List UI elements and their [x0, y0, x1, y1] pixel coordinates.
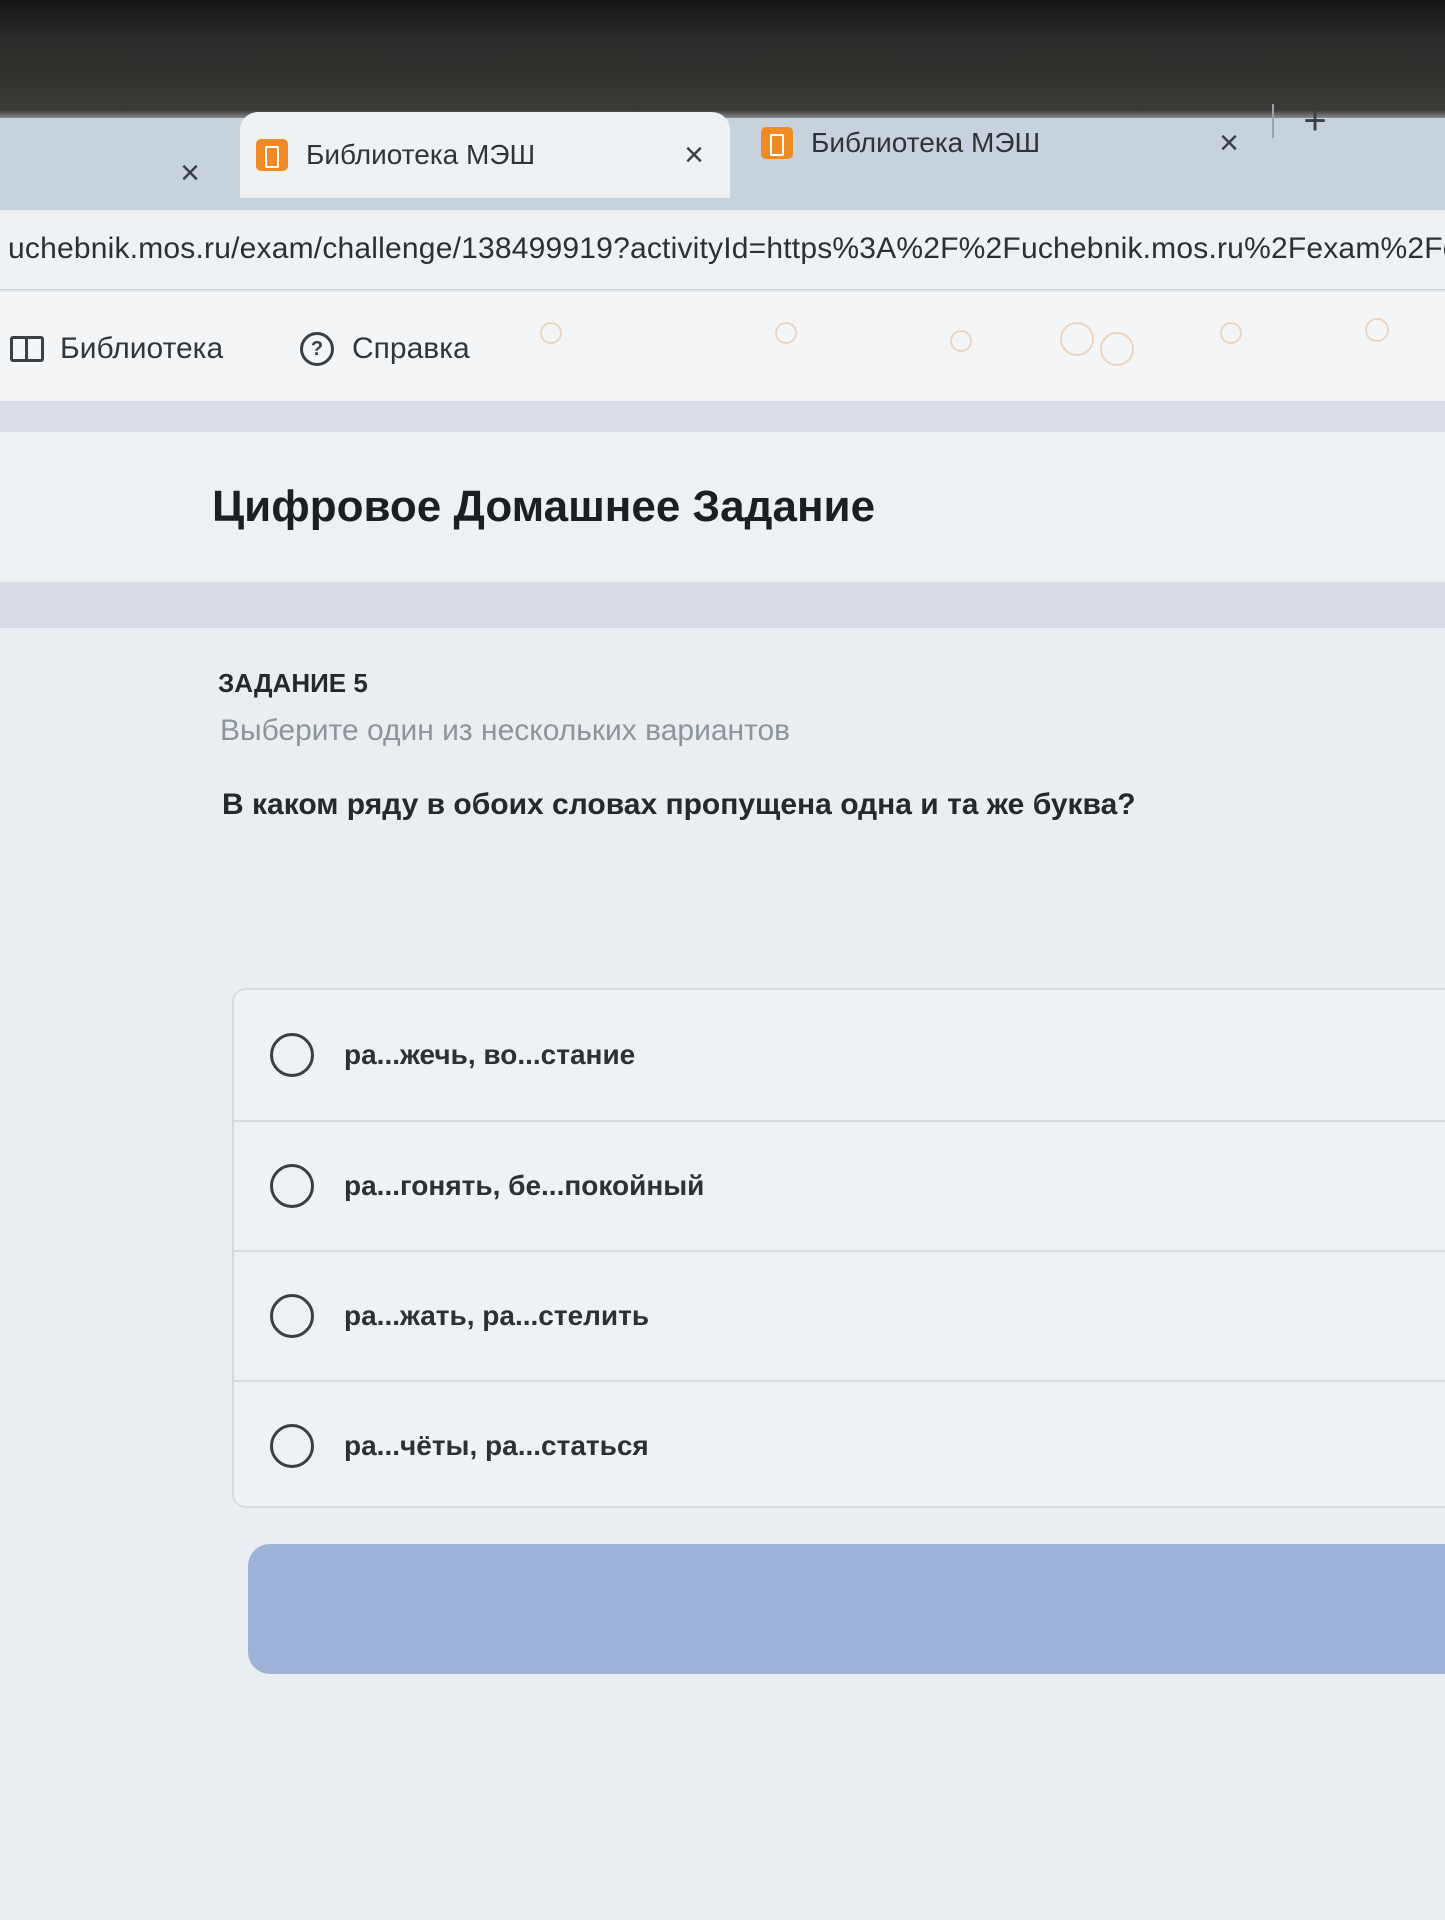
nav-library-label: Библиотека	[60, 332, 224, 365]
tab-library-active[interactable]: Библиотека МЭШ ×	[240, 112, 730, 198]
radio-button[interactable]	[270, 1294, 314, 1338]
library-favicon-icon	[761, 127, 793, 159]
help-icon: ?	[300, 332, 334, 366]
option-label: ра...жечь, во...стание	[344, 1039, 636, 1070]
close-icon[interactable]: ×	[1209, 123, 1249, 163]
address-bar[interactable]: uchebnik.mos.ru/exam/challenge/138499919…	[0, 210, 1445, 290]
url-text[interactable]: uchebnik.mos.ru/exam/challenge/138499919…	[8, 232, 1445, 266]
nav-help-link[interactable]: ? Справка	[300, 332, 470, 366]
header-divider-band	[0, 402, 1445, 432]
nav-help-label: Справка	[352, 332, 470, 365]
option-label: ра...чёты, ра...статься	[344, 1430, 649, 1461]
page-title: Цифровое Домашнее Задание	[212, 482, 876, 531]
decor-circle	[1060, 322, 1094, 356]
tab-title: Библиотека МЭШ	[306, 139, 536, 170]
radio-button[interactable]	[270, 1424, 314, 1468]
nav-library-link[interactable]: Библиотека	[10, 332, 223, 366]
new-tab-button[interactable]: +	[1290, 96, 1340, 146]
decor-circle	[1100, 332, 1134, 366]
site-header: Библиотека ? Справка	[0, 292, 1445, 402]
decor-circle	[1365, 318, 1389, 342]
radio-button[interactable]	[270, 1164, 314, 1208]
task-question: В каком ряду в обоих словах пропущена од…	[222, 788, 1136, 821]
title-divider-band	[0, 582, 1445, 628]
decor-circle	[1220, 322, 1242, 344]
answer-option[interactable]: ра...жать, ра...стелить	[234, 1250, 1445, 1380]
tab-library[interactable]: Библиотека МЭШ ×	[745, 100, 1265, 186]
screen: × Библиотека МЭШ × Библиотека МЭШ × + uc…	[0, 0, 1445, 1920]
answer-options: ра...жечь, во...стание ра...гонять, бе..…	[232, 988, 1445, 1508]
task-hint: Выберите один из нескольких вариантов	[220, 714, 791, 747]
task-number: ЗАДАНИЕ 5	[218, 668, 368, 698]
radio-button[interactable]	[270, 1033, 314, 1077]
decor-circle	[950, 330, 972, 352]
tab-title: Библиотека МЭШ	[811, 127, 1041, 158]
task-area: ЗАДАНИЕ 5 Выберите один из нескольких ва…	[0, 628, 1445, 1920]
option-label: ра...гонять, бе...покойный	[344, 1170, 705, 1201]
page-title-section: Цифровое Домашнее Задание	[0, 432, 1445, 582]
answer-option[interactable]: ра...жечь, во...стание	[234, 990, 1445, 1120]
submit-button[interactable]	[248, 1544, 1445, 1674]
close-icon[interactable]: ×	[170, 153, 210, 193]
book-icon	[10, 336, 44, 362]
option-label: ра...жать, ра...стелить	[344, 1300, 650, 1331]
answer-option[interactable]: ра...гонять, бе...покойный	[234, 1120, 1445, 1250]
decor-circle	[540, 322, 562, 344]
tab-divider	[1272, 104, 1274, 138]
library-favicon-icon	[256, 139, 288, 171]
tab-previous[interactable]: ×	[0, 130, 240, 216]
decor-circle	[775, 322, 797, 344]
answer-option[interactable]: ра...чёты, ра...статься	[234, 1380, 1445, 1510]
close-icon[interactable]: ×	[674, 135, 714, 175]
